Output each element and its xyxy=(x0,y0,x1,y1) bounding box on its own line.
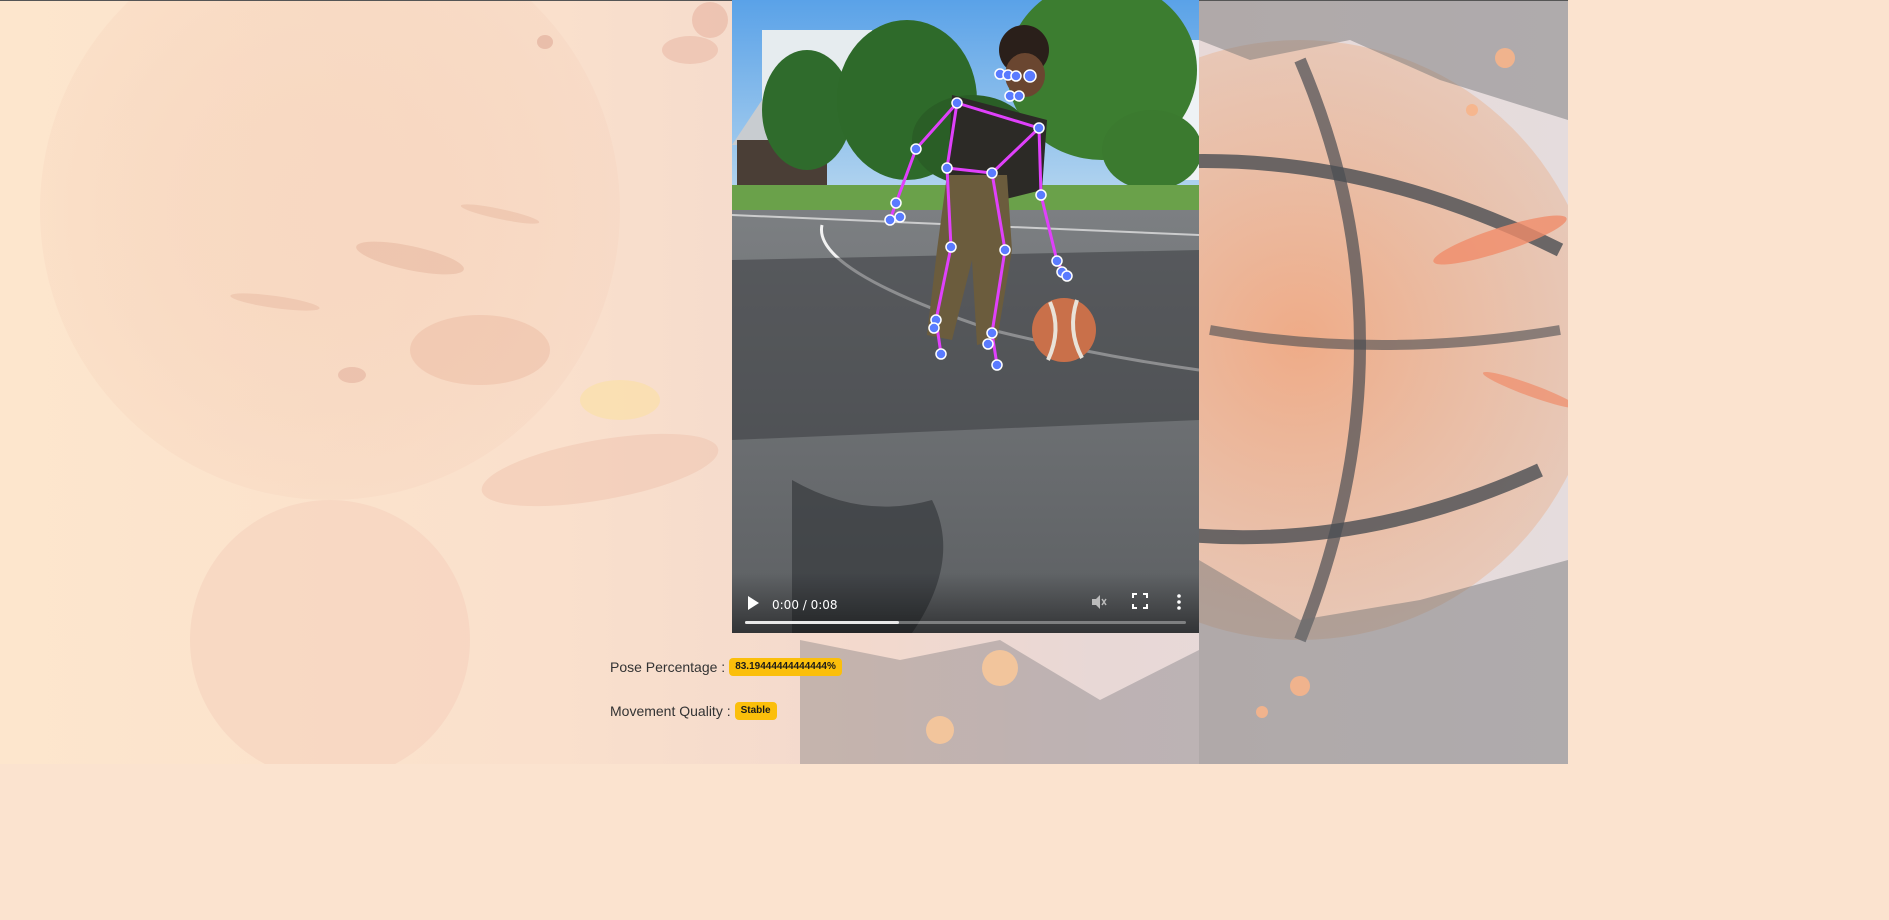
play-icon[interactable] xyxy=(746,595,760,611)
pose-video-frame xyxy=(732,0,1199,633)
pose-percentage-label: Pose Percentage : xyxy=(610,659,726,675)
movement-quality-badge: Stable xyxy=(734,702,777,720)
more-options-icon[interactable] xyxy=(1172,593,1186,611)
movement-quality-label: Movement Quality : xyxy=(610,703,731,719)
time-display: 0:00 / 0:08 xyxy=(772,598,838,612)
pose-percentage-badge: 83.19444444444444% xyxy=(729,658,842,676)
video-player[interactable]: 0:00 / 0:08 xyxy=(732,0,1199,633)
volume-muted-icon[interactable] xyxy=(1090,593,1108,611)
fullscreen-icon[interactable] xyxy=(1132,593,1148,609)
pose-percentage-row: Pose Percentage : 83.19444444444444% xyxy=(610,658,842,676)
video-progress-fill xyxy=(745,621,900,624)
video-controls: 0:00 / 0:08 xyxy=(732,573,1199,633)
movement-quality-row: Movement Quality : Stable xyxy=(610,702,777,720)
video-progress-bar[interactable] xyxy=(745,621,1186,624)
